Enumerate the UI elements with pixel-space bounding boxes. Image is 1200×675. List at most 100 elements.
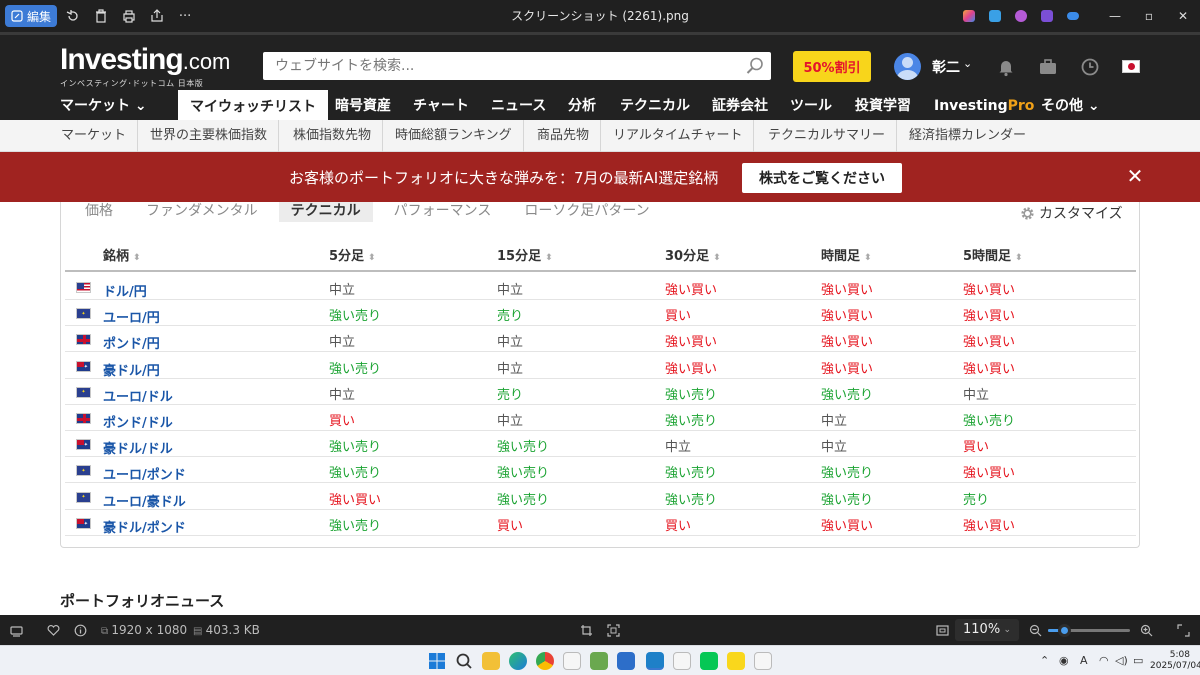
app-icon[interactable]: [563, 652, 581, 670]
subnav-market-cap-ranking[interactable]: 時価総額ランキング: [384, 120, 524, 152]
document-icon[interactable]: [617, 652, 635, 670]
japan-flag-icon[interactable]: [1122, 60, 1140, 73]
app-icon[interactable]: [754, 652, 772, 670]
filmstrip-icon[interactable]: [10, 615, 23, 645]
clipchamp-icon[interactable]: [1008, 0, 1034, 32]
bell-icon[interactable]: [996, 57, 1016, 77]
subnav-world-indices[interactable]: 世界の主要株価指数: [139, 120, 280, 152]
investing-logo[interactable]: Investing.com インベスティング･ドットコム 日本版: [60, 45, 230, 89]
zoom-level-dropdown[interactable]: 110% ⌄: [955, 619, 1019, 641]
designer-icon[interactable]: [982, 0, 1008, 32]
zoom-in-icon[interactable]: [1140, 615, 1153, 645]
nav-charts[interactable]: チャート: [413, 89, 469, 123]
nav-my-watchlist[interactable]: マイウォッチリスト: [178, 90, 328, 124]
banner-view-stocks-button[interactable]: 株式をご覧ください: [742, 163, 902, 193]
photos-icon[interactable]: [646, 652, 664, 670]
nav-crypto[interactable]: 暗号資産: [335, 89, 391, 123]
tab-technical[interactable]: テクニカル: [278, 202, 373, 222]
favorite-heart-icon[interactable]: [47, 615, 60, 645]
app-icon[interactable]: [673, 652, 691, 670]
notepad-icon[interactable]: [590, 652, 608, 670]
close-icon[interactable]: ✕: [1124, 165, 1146, 187]
tray-app-icon[interactable]: ◉: [1059, 646, 1069, 675]
col-header-5min[interactable]: 5分足 ⬍: [329, 245, 376, 264]
nav-more[interactable]: その他 ⌄: [1041, 89, 1100, 123]
subnav-commodity-futures[interactable]: 商品先物: [526, 120, 602, 152]
nav-markets[interactable]: マーケット ⌄: [60, 89, 147, 123]
portfolio-briefcase-icon[interactable]: [1038, 57, 1058, 77]
sticky-notes-icon[interactable]: [727, 652, 745, 670]
battery-icon[interactable]: ▭: [1133, 646, 1143, 675]
clipchamp-video-icon[interactable]: [1034, 0, 1060, 32]
currency-pair-link[interactable]: 豪ドル/ドル: [103, 438, 173, 457]
chevron-up-icon[interactable]: ⌃: [1040, 646, 1049, 675]
clock-icon[interactable]: [1080, 57, 1100, 77]
col-header-symbol[interactable]: 銘柄 ⬍: [103, 245, 141, 264]
tab-price[interactable]: 価格: [73, 202, 125, 222]
search-input[interactable]: [263, 52, 733, 80]
currency-pair-link[interactable]: 豪ドル/円: [103, 360, 160, 379]
restore-button[interactable]: ▫: [1132, 0, 1166, 32]
fullscreen-icon[interactable]: [1177, 615, 1190, 645]
subnav-realtime-charts[interactable]: リアルタイムチャート: [602, 120, 755, 152]
nav-tools[interactable]: ツール: [790, 89, 832, 123]
currency-pair-link[interactable]: ポンド/ドル: [103, 412, 173, 431]
onedrive-icon[interactable]: [1060, 0, 1086, 32]
file-explorer-icon[interactable]: [482, 652, 500, 670]
subnav-technical-summary[interactable]: テクニカルサマリー: [757, 120, 898, 152]
col-header-hourly[interactable]: 時間足 ⬍: [821, 245, 872, 264]
more-options-icon[interactable]: ···: [171, 2, 199, 30]
volume-icon[interactable]: ◁): [1115, 646, 1128, 675]
taskbar-clock[interactable]: 5:08 2025/07/04: [1150, 650, 1200, 672]
search-icon[interactable]: [745, 56, 765, 76]
crop-icon[interactable]: [580, 615, 593, 645]
col-header-30min[interactable]: 30分足 ⬍: [665, 245, 721, 264]
nav-investing-pro[interactable]: InvestingPro: [934, 89, 1034, 123]
nav-analysis[interactable]: 分析: [568, 89, 596, 123]
edge-icon[interactable]: [509, 652, 527, 670]
delete-icon[interactable]: [87, 2, 115, 30]
currency-pair-link[interactable]: ドル/円: [103, 281, 147, 300]
avatar[interactable]: [894, 53, 921, 80]
currency-pair-link[interactable]: ユーロ/ポンド: [103, 464, 186, 483]
chevron-down-icon[interactable]: ⌄: [963, 57, 972, 70]
customize-button[interactable]: カスタマイズ: [1020, 203, 1123, 223]
tab-candlestick-patterns[interactable]: ローソク足パターン: [512, 202, 661, 222]
tab-fundamental[interactable]: ファンダメンタル: [134, 202, 270, 222]
edit-button[interactable]: 編集: [5, 5, 58, 27]
chrome-icon[interactable]: [536, 652, 554, 670]
info-icon[interactable]: [74, 615, 87, 645]
close-window-button[interactable]: ✕: [1166, 0, 1200, 32]
col-header-15min[interactable]: 15分足 ⬍: [497, 245, 553, 264]
subnav-economic-calendar[interactable]: 経済指標カレンダー: [898, 120, 1037, 152]
subnav-markets[interactable]: マーケット: [50, 120, 139, 152]
currency-pair-link[interactable]: 豪ドル/ポンド: [103, 517, 186, 536]
currency-pair-link[interactable]: ユーロ/ドル: [103, 386, 173, 405]
share-icon[interactable]: [143, 2, 171, 30]
line-icon[interactable]: [700, 652, 718, 670]
print-icon[interactable]: [115, 2, 143, 30]
currency-pair-link[interactable]: ポンド/円: [103, 333, 160, 352]
scan-text-icon[interactable]: [607, 615, 620, 645]
search-icon[interactable]: [455, 652, 473, 670]
zoom-slider-thumb[interactable]: [1058, 624, 1072, 637]
nav-education[interactable]: 投資学習: [855, 89, 911, 123]
ime-indicator[interactable]: A: [1080, 646, 1088, 675]
windows-start-icon[interactable]: [428, 652, 446, 670]
rotate-icon[interactable]: [59, 2, 87, 30]
copilot-icon[interactable]: [956, 0, 982, 32]
zoom-slider[interactable]: [1048, 624, 1130, 637]
zoom-out-icon[interactable]: [1029, 615, 1042, 645]
wifi-icon[interactable]: ◠: [1099, 646, 1109, 675]
col-header-5hour[interactable]: 5時間足 ⬍: [963, 245, 1023, 264]
fit-to-window-icon[interactable]: [936, 615, 949, 645]
nav-brokers[interactable]: 証券会社: [712, 89, 768, 123]
subnav-index-futures[interactable]: 株価指数先物: [282, 120, 384, 152]
minimize-button[interactable]: —: [1098, 0, 1132, 32]
promo-discount-button[interactable]: 50%割引: [793, 51, 871, 82]
nav-technical[interactable]: テクニカル: [620, 89, 690, 123]
tab-performance[interactable]: パフォーマンス: [382, 202, 504, 222]
currency-pair-link[interactable]: ユーロ/豪ドル: [103, 491, 186, 510]
currency-pair-link[interactable]: ユーロ/円: [103, 307, 160, 326]
user-name[interactable]: 彰二: [932, 57, 960, 77]
